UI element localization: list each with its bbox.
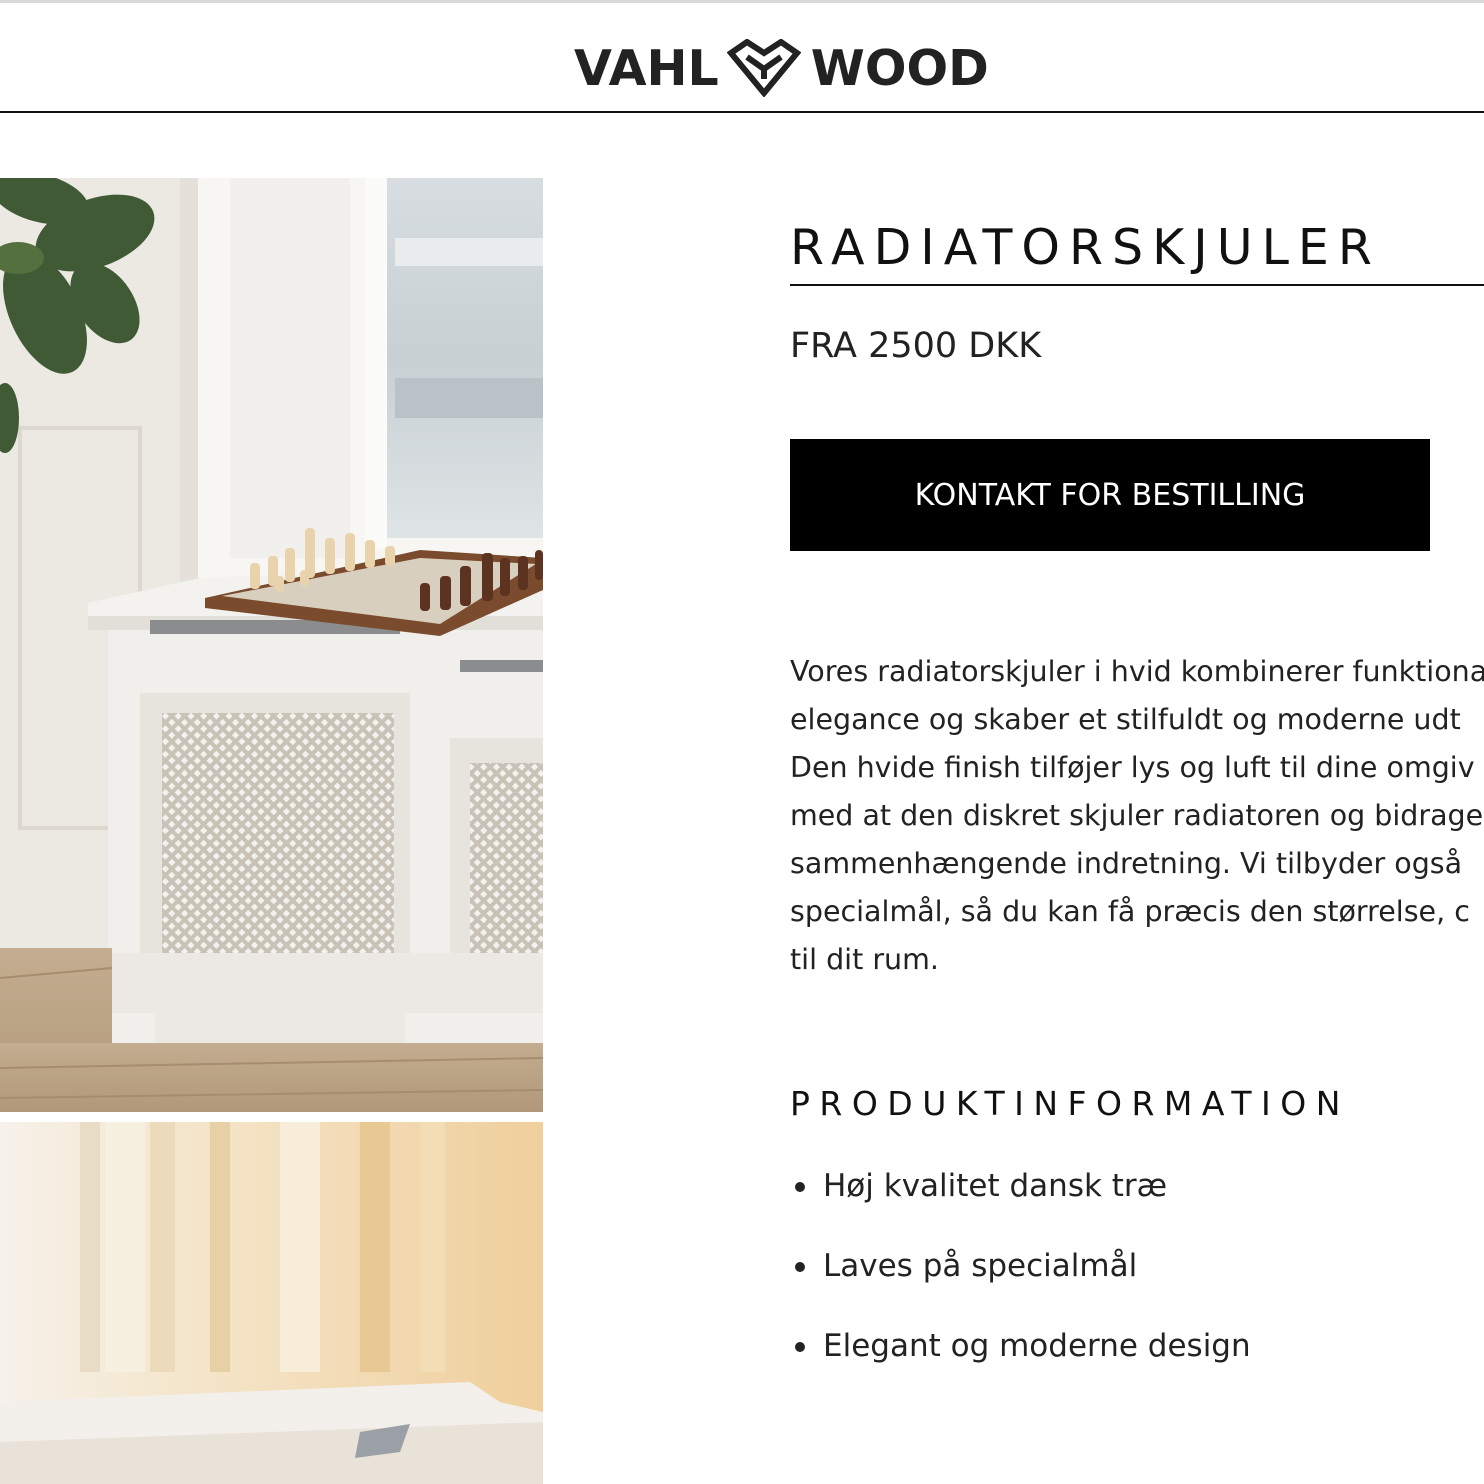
product-info-list: Høj kvalitet dansk træ Laves på specialm… — [790, 1160, 1484, 1400]
product-info-heading: PRODUKTINFORMATION — [790, 1084, 1350, 1123]
description-line: Vores radiatorskjuler i hvid kombinerer … — [790, 655, 1484, 688]
product-description: Vores radiatorskjuler i hvid kombinerer … — [790, 648, 1484, 988]
product-photo-radiator-warm-light — [0, 1122, 543, 1484]
product-info-item: Høj kvalitet dansk træ — [790, 1160, 1484, 1240]
description-line: specialmål, så du kan få præcis den stør… — [790, 895, 1470, 928]
product-price: FRA 2500 DKK — [790, 326, 1042, 366]
title-divider — [790, 284, 1484, 286]
product-info-item: Elegant og moderne design — [790, 1320, 1484, 1400]
product-info-item: Laves på specialmål — [790, 1240, 1484, 1320]
brand-name-right: WOOD — [810, 39, 989, 97]
brand-logo[interactable]: VAHL WOOD — [574, 37, 989, 99]
site-header: VAHL WOOD — [0, 3, 1484, 113]
description-line: til dit rum. — [790, 943, 939, 976]
description-line: sammenhængende indretning. Vi tilbyder o… — [790, 847, 1463, 880]
heart-diamond-logo-icon — [726, 39, 801, 97]
description-line: med at den diskret skjuler radiatoren og… — [790, 799, 1484, 832]
product-photo-radiator-window — [0, 178, 543, 1112]
product-title: RADIATORSKJULER — [790, 219, 1381, 276]
brand-name-left: VAHL — [574, 39, 719, 97]
product-image-secondary[interactable] — [0, 1122, 543, 1484]
contact-order-button[interactable]: KONTAKT FOR BESTILLING — [790, 439, 1430, 551]
product-image-main[interactable] — [0, 178, 543, 1112]
description-line: Den hvide finish tilføjer lys og luft ti… — [790, 751, 1475, 784]
description-line: elegance og skaber et stilfuldt og moder… — [790, 703, 1461, 736]
